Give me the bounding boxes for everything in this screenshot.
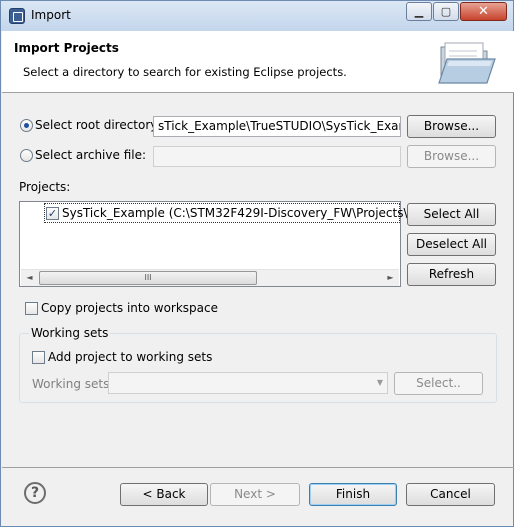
select-working-sets-button[interactable]: Select.. — [394, 372, 483, 395]
add-to-working-sets-label: Add project to working sets — [48, 350, 213, 364]
refresh-button[interactable]: Refresh — [407, 263, 496, 286]
archive-file-input[interactable] — [153, 146, 401, 167]
open-folder-icon — [438, 42, 496, 84]
wizard-header: Import Projects Select a directory to se… — [2, 31, 514, 93]
app-icon — [9, 8, 25, 24]
footer-separator — [2, 467, 514, 468]
maximize-button[interactable]: ▢ — [433, 2, 459, 21]
finish-button[interactable]: Finish — [309, 483, 397, 506]
copy-projects-checkbox[interactable] — [25, 302, 38, 315]
archive-file-radio[interactable] — [20, 149, 33, 162]
root-directory-label: Select root directory: — [35, 118, 161, 132]
back-button[interactable]: < Back — [120, 483, 208, 506]
close-button[interactable]: ✕ — [460, 2, 507, 21]
list-item[interactable]: ✓ SysTick_Example (C:\STM32F429I-Discove… — [44, 203, 445, 223]
add-to-working-sets-checkbox[interactable] — [32, 351, 45, 364]
archive-browse-button[interactable]: Browse... — [407, 145, 496, 168]
chevron-down-icon: ▼ — [376, 378, 383, 387]
root-browse-button[interactable]: Browse... — [407, 115, 496, 138]
root-directory-radio[interactable] — [20, 119, 33, 132]
project-name: SysTick_Example (C:\STM32F429I-Discovery… — [62, 206, 446, 220]
archive-file-label: Select archive file: — [35, 148, 147, 162]
import-dialog: Import ▁ ▢ ✕ Import Projects Select a di… — [0, 0, 514, 527]
window-title: Import — [31, 8, 71, 22]
project-checkbox[interactable]: ✓ — [46, 207, 59, 220]
deselect-all-button[interactable]: Deselect All — [407, 233, 496, 256]
minimize-button[interactable]: ▁ — [406, 2, 432, 21]
scroll-left-icon[interactable]: ◄ — [21, 270, 38, 286]
select-all-button[interactable]: Select All — [407, 203, 496, 226]
root-directory-input[interactable]: sTick_Example\TrueSTUDIO\SysTick_Example — [153, 116, 401, 137]
page-title: Import Projects — [14, 41, 119, 55]
working-sets-combo[interactable]: ▼ — [108, 372, 388, 394]
help-icon[interactable]: ? — [24, 482, 46, 504]
projects-label: Projects: — [19, 180, 71, 194]
title-bar[interactable]: Import ▁ ▢ ✕ — [1, 1, 513, 31]
copy-projects-label: Copy projects into workspace — [41, 301, 219, 315]
projects-list[interactable]: ✓ SysTick_Example (C:\STM32F429I-Discove… — [19, 201, 445, 287]
scroll-right-icon[interactable]: ► — [382, 270, 399, 286]
working-sets-field-label: Working sets: — [32, 377, 114, 391]
page-description: Select a directory to search for existin… — [23, 65, 347, 79]
horizontal-scrollbar[interactable]: ◄ III ► — [21, 269, 399, 286]
scroll-thumb[interactable]: III — [39, 271, 257, 285]
next-button[interactable]: Next > — [210, 483, 300, 506]
working-sets-group-label: Working sets — [29, 326, 111, 340]
cancel-button[interactable]: Cancel — [406, 483, 495, 506]
